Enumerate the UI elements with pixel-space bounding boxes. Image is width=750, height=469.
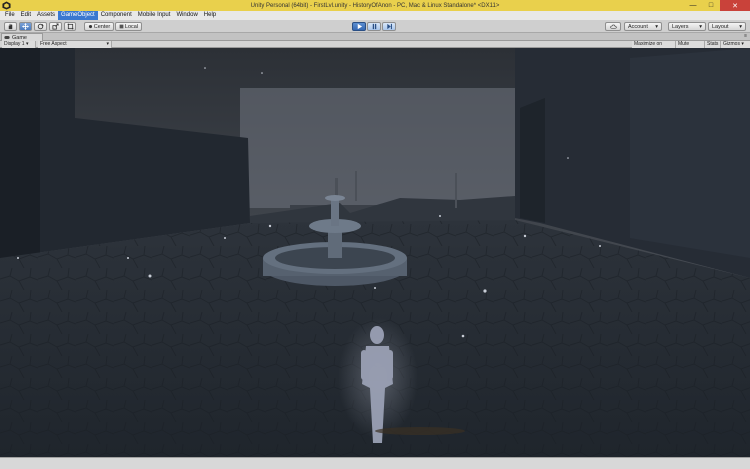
move-arrows-icon	[22, 23, 29, 30]
game-view-toolbar: Display 1 ▾ Free Aspect ▾ Maximize on Pl…	[0, 41, 750, 54]
space-label: Local	[124, 23, 139, 30]
chevron-down-icon: ▾	[739, 23, 742, 30]
rect-transform-icon	[67, 23, 73, 30]
pause-icon	[372, 23, 376, 30]
account-dropdown[interactable]: Account ▾	[624, 22, 662, 31]
aspect-label: Free Aspect	[40, 41, 67, 47]
layout-label: Layout	[712, 23, 729, 30]
game-render-image	[0, 48, 750, 457]
title-bar: Unity Personal (64bit) - FirstLvl.unity …	[0, 0, 750, 11]
game-tab-strip: Game ≡	[0, 33, 750, 41]
menu-component[interactable]: Component	[98, 11, 135, 20]
pause-button[interactable]	[367, 22, 381, 31]
window-title: Unity Personal (64bit) - FirstLvl.unity …	[250, 2, 500, 9]
menu-assets[interactable]: Assets	[34, 11, 58, 20]
menu-help[interactable]: Help	[201, 11, 219, 20]
rotate-tool-button[interactable]	[34, 22, 47, 31]
space-local-toggle[interactable]: Local	[115, 22, 142, 31]
scale-icon	[52, 23, 59, 30]
move-tool-button[interactable]	[19, 22, 32, 31]
hand-tool-button[interactable]	[4, 22, 17, 31]
tab-menu-icon[interactable]: ≡	[744, 33, 747, 39]
mute-audio-toggle[interactable]: Mute audio	[676, 41, 705, 54]
minimize-button[interactable]: —	[684, 0, 702, 11]
maximize-on-play-toggle[interactable]: Maximize on Play	[632, 41, 676, 54]
rect-tool-button[interactable]	[64, 22, 76, 31]
step-button[interactable]	[382, 22, 396, 31]
tab-game[interactable]: Game	[1, 33, 43, 41]
chevron-down-icon: ▾	[741, 41, 744, 47]
aspect-dropdown[interactable]: Free Aspect ▾	[38, 41, 112, 48]
step-icon	[386, 23, 392, 30]
rotate-icon	[37, 23, 44, 30]
cloud-icon	[609, 24, 617, 29]
unity-logo-icon	[2, 1, 11, 10]
menu-edit[interactable]: Edit	[18, 11, 34, 20]
account-label: Account	[628, 23, 648, 30]
menu-bar: File Edit Assets GameObject Component Mo…	[0, 11, 750, 20]
maximize-button[interactable]: □	[702, 0, 720, 11]
play-button[interactable]	[352, 22, 366, 31]
local-space-icon	[119, 24, 124, 29]
gizmos-dropdown[interactable]: Gizmos ▾	[721, 41, 750, 48]
main-toolbar: Center Local Account ▾ Layers ▾ Layout ▾	[0, 20, 750, 33]
layers-dropdown[interactable]: Layers ▾	[668, 22, 706, 31]
game-viewport[interactable]	[0, 48, 750, 457]
tab-game-label: Game	[12, 34, 27, 41]
hand-icon	[8, 23, 13, 30]
menu-window[interactable]: Window	[173, 11, 200, 20]
layout-dropdown[interactable]: Layout ▾	[708, 22, 746, 31]
cloud-button[interactable]	[605, 22, 621, 31]
pivot-label: Center	[93, 23, 111, 30]
status-bar	[0, 457, 750, 469]
display-dropdown[interactable]: Display 1 ▾	[2, 41, 36, 48]
close-button[interactable]: ✕	[720, 0, 750, 11]
play-icon	[357, 23, 362, 30]
gizmos-label: Gizmos	[723, 41, 740, 47]
menu-file[interactable]: File	[2, 11, 18, 20]
game-controller-icon	[4, 36, 10, 39]
scale-tool-button[interactable]	[49, 22, 62, 31]
chevron-down-icon: ▾	[25, 41, 29, 47]
menu-mobile-input[interactable]: Mobile Input	[135, 11, 174, 20]
pivot-icon	[88, 24, 92, 29]
chevron-down-icon: ▾	[655, 23, 658, 30]
stats-toggle[interactable]: Stats	[705, 41, 721, 48]
layers-label: Layers	[672, 23, 689, 30]
chevron-down-icon: ▾	[699, 23, 702, 30]
menu-gameobject[interactable]: GameObject	[58, 11, 98, 20]
display-label: Display 1	[4, 41, 25, 47]
chevron-down-icon: ▾	[106, 41, 109, 47]
pivot-center-toggle[interactable]: Center	[84, 22, 114, 31]
